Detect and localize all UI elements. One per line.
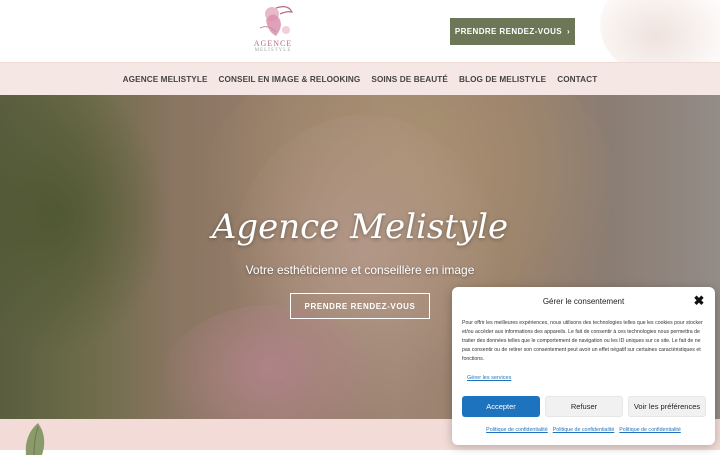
logo-text: AGENCE xyxy=(253,39,293,48)
site-logo[interactable]: AGENCE MELISTYLE xyxy=(246,2,300,60)
accept-button[interactable]: Accepter xyxy=(462,396,540,417)
nav-item-conseil[interactable]: CONSEIL EN IMAGE & RELOOKING xyxy=(219,75,361,84)
close-icon[interactable]: ✖ xyxy=(693,294,705,307)
nav-item-soins[interactable]: SOINS DE BEAUTÉ xyxy=(371,75,448,84)
logo-figure-icon xyxy=(259,6,294,36)
privacy-policy-link[interactable]: Politique de confidentialité xyxy=(486,427,548,433)
nav-item-contact[interactable]: CONTACT xyxy=(557,75,597,84)
manage-services-link[interactable]: Gérer les services xyxy=(467,375,511,381)
main-navigation: AGENCE MELISTYLE CONSEIL EN IMAGE & RELO… xyxy=(0,62,720,95)
hero-appointment-button[interactable]: PRENDRE RENDEZ-VOUS xyxy=(290,293,430,319)
header-flower-decoration xyxy=(600,0,720,62)
nav-item-agence[interactable]: AGENCE MELISTYLE xyxy=(123,75,208,84)
logo-subtext: MELISTYLE xyxy=(254,48,292,53)
book-appointment-label: PRENDRE RENDEZ-VOUS xyxy=(454,27,563,36)
cookie-consent-dialog: Gérer le consentement ✖ Pour offrir les … xyxy=(452,287,715,445)
consent-links: Politique de confidentialité Politique d… xyxy=(452,427,715,433)
chevron-right-icon: › xyxy=(567,27,571,36)
nav-item-blog[interactable]: BLOG DE MELISTYLE xyxy=(459,75,546,84)
refuse-button[interactable]: Refuser xyxy=(545,396,623,417)
consent-description: Pour offrir les meilleures expériences, … xyxy=(462,320,703,362)
book-appointment-button[interactable]: PRENDRE RENDEZ-VOUS › xyxy=(450,18,575,45)
hero-subtitle: Votre esthéticienne et conseillère en im… xyxy=(245,263,475,277)
hero-title: Agence Melistyle xyxy=(211,207,509,247)
privacy-policy-link[interactable]: Politique de confidentialité xyxy=(553,427,615,433)
consent-title: Gérer le consentement xyxy=(542,297,625,306)
privacy-policy-link[interactable]: Politique de confidentialité xyxy=(619,427,681,433)
view-preferences-button[interactable]: Voir les préférences xyxy=(628,396,706,417)
site-header: AGENCE MELISTYLE PRENDRE RENDEZ-VOUS › xyxy=(0,0,720,62)
